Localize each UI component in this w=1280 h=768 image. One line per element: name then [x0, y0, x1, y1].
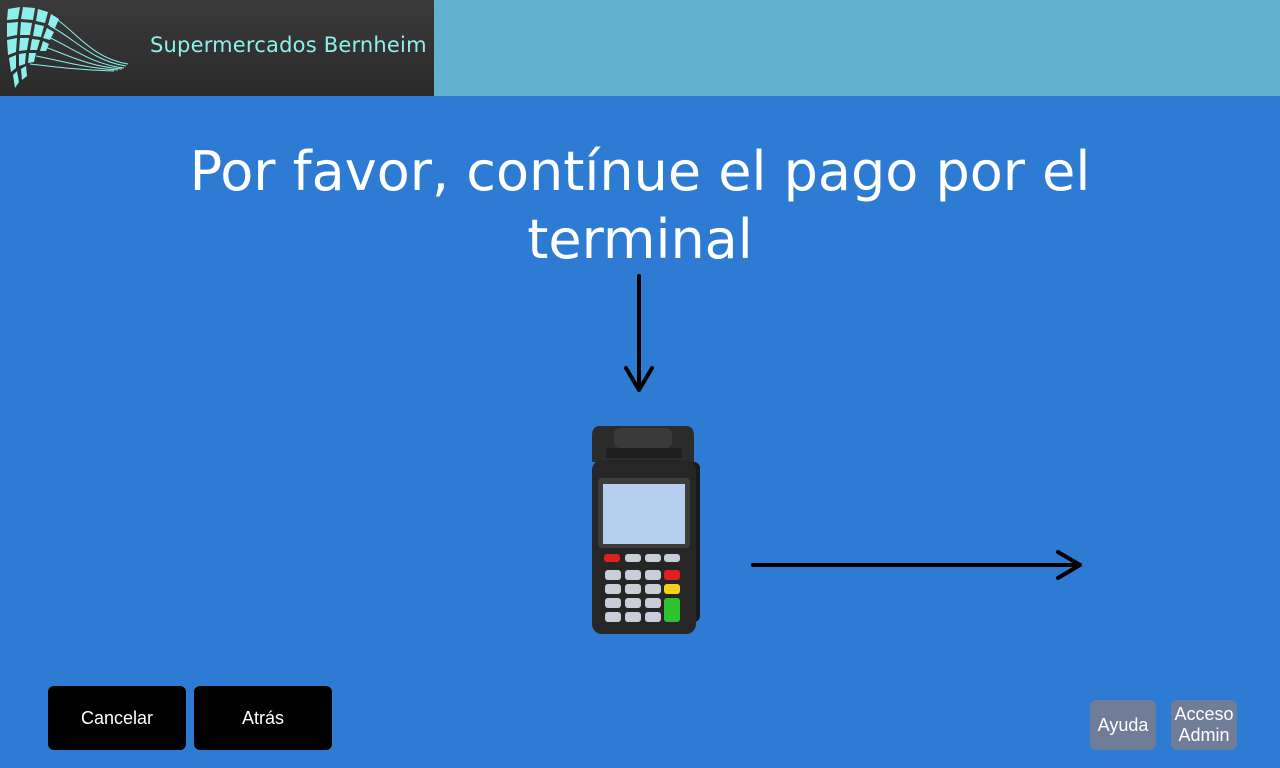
top-bar: Supermercados Bernheim — [0, 0, 1280, 96]
help-button[interactable]: Ayuda — [1090, 700, 1156, 750]
cancel-button[interactable]: Cancelar — [48, 686, 186, 750]
card-terminal-icon — [592, 426, 700, 634]
brand-panel: Supermercados Bernheim — [0, 0, 434, 96]
admin-access-button[interactable]: Acceso Admin — [1171, 700, 1237, 750]
back-button[interactable]: Atrás — [194, 686, 332, 750]
wave-grid-logo-icon — [7, 7, 129, 88]
arrow-right-icon — [751, 550, 1082, 580]
arrow-down-icon — [624, 274, 654, 392]
payment-instruction: Por favor, contínue el pago por el termi… — [189, 140, 1091, 271]
brand-name: Supermercados Bernheim — [150, 33, 427, 57]
